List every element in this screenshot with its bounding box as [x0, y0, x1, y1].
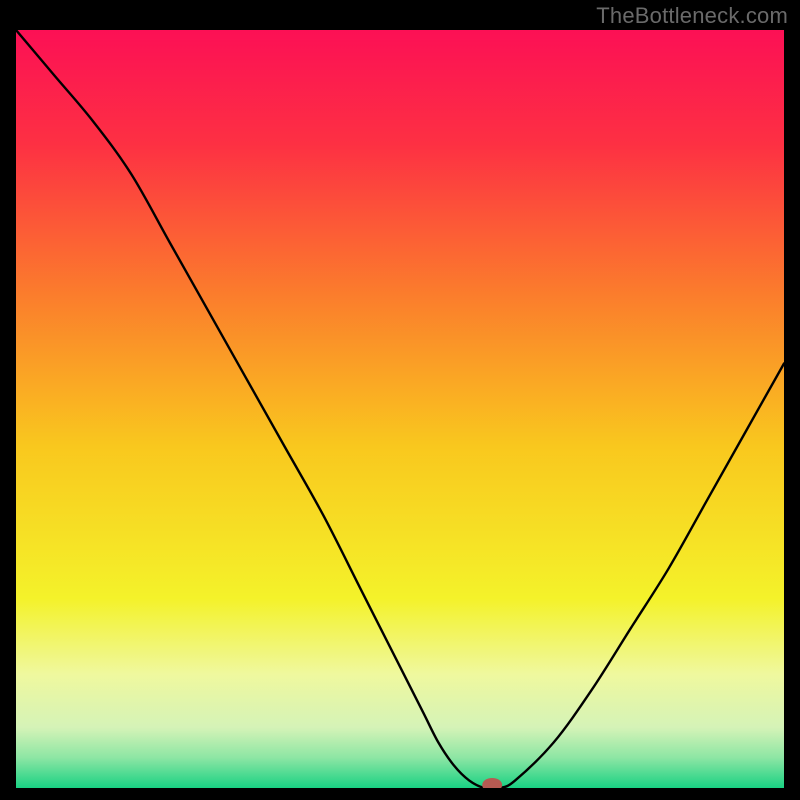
chart-frame: TheBottleneck.com [0, 0, 800, 800]
plot-background [16, 30, 784, 788]
bottleneck-chart [16, 30, 784, 788]
watermark-label: TheBottleneck.com [596, 3, 788, 29]
